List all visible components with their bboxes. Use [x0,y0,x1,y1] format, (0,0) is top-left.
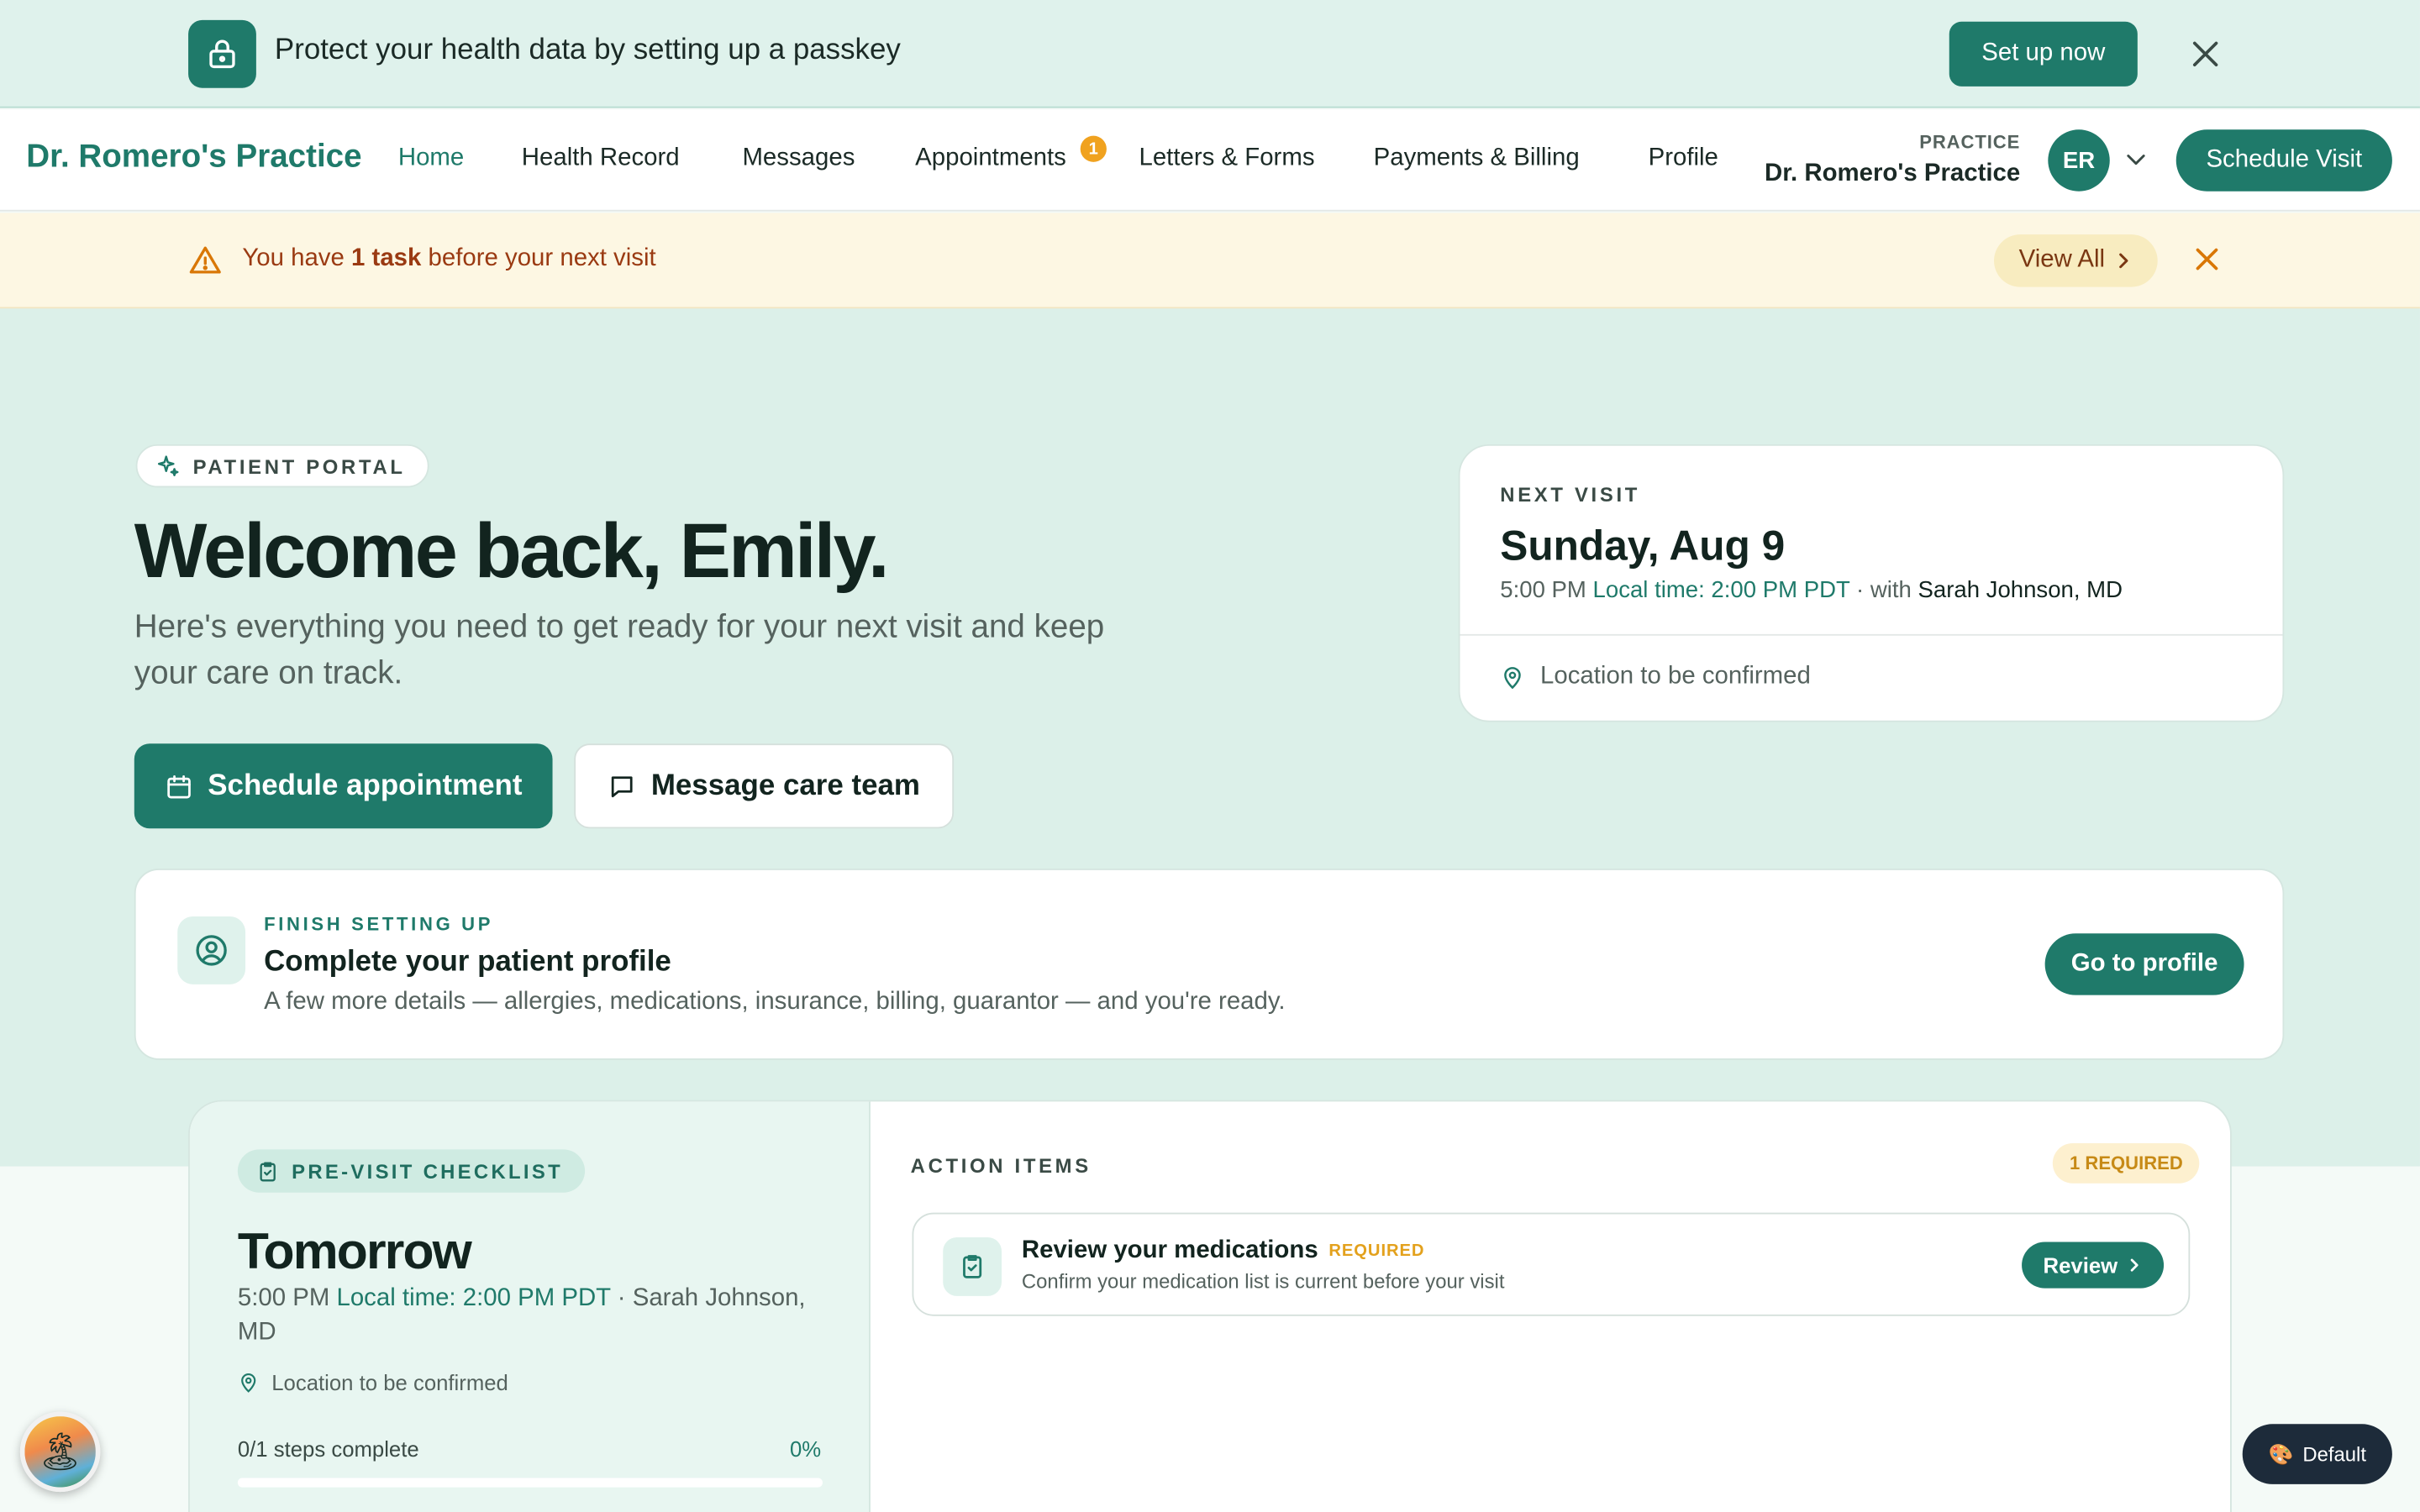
island-theme-icon[interactable]: 🏝 [19,1411,101,1493]
pre-visit-checklist-label: PRE-VISIT CHECKLIST [292,1159,563,1183]
next-visit-local-time: Local time: 2:00 PM PDT [1592,576,1850,604]
next-visit-clock-time: 5:00 PM [1500,576,1586,604]
next-visit-label: NEXT VISIT [1500,482,1641,507]
patient-portal-label: PATIENT PORTAL [192,454,406,478]
task-count: 1 task [351,245,422,272]
passkey-banner-text: Protect your health data by setting up a… [274,34,901,66]
sparkle-icon [157,455,179,476]
page-title: Welcome back, Emily. [134,507,890,595]
nav-item-appointments[interactable]: Appointments [915,145,1066,173]
checklist-location-text: Location to be confirmed [271,1369,508,1395]
steps-complete-text: 0/1 steps complete [237,1436,419,1462]
pre-visit-checklist-pill: PRE-VISIT CHECKLIST [237,1149,585,1193]
passkey-banner: Protect your health data by setting up a… [0,0,2420,108]
practice-label: PRACTICE [1919,131,2021,153]
nav-item-health-record[interactable]: Health Record [522,145,680,173]
top-navbar: Dr. Romero's Practice Home Health Record… [0,109,2420,212]
lock-icon [188,19,256,88]
next-visit-location: Location to be confirmed [1500,664,1811,691]
action-items-label: ACTION ITEMS [910,1153,1092,1178]
nav-item-letters-forms[interactable]: Letters & Forms [1139,145,1314,173]
task-banner-text: You have 1 task before your next visit [242,245,655,273]
next-visit-card[interactable]: NEXT VISIT Sunday, Aug 9 5:00 PM Local t… [1458,444,2285,722]
pre-visit-checklist-card: PRE-VISIT CHECKLIST Tomorrow 5:00 PM Loc… [188,1100,2232,1512]
patient-portal-pill: PATIENT PORTAL [135,444,429,488]
message-care-team-button[interactable]: Message care team [574,743,955,829]
view-all-label: View All [2018,246,2106,274]
appointments-badge: 1 [1080,135,1107,162]
chevron-right-icon [2130,1258,2139,1272]
nav-item-home[interactable]: Home [398,145,464,173]
checklist-title: Tomorrow [237,1221,472,1279]
close-icon[interactable] [2193,245,2224,276]
review-label: Review [2043,1252,2118,1278]
finish-setup-card: FINISH SETTING UP Complete your patient … [134,869,2285,1060]
checklist-local-time: Local time: 2:00 PM PDT [336,1284,611,1312]
setup-eyebrow: FINISH SETTING UP [264,913,494,936]
setup-passkey-button[interactable]: Set up now [1949,21,2138,87]
action-item-title: Review your medications [1021,1237,1318,1264]
next-visit-doctor: Sarah Johnson, MD [1918,576,2123,604]
schedule-appointment-label: Schedule appointment [208,769,523,802]
action-item[interactable]: Review your medications REQUIRED Confirm… [912,1212,2191,1316]
chevron-right-icon [2118,253,2128,269]
schedule-visit-button[interactable]: Schedule Visit [2175,129,2392,192]
user-circle-icon [177,916,246,984]
view-all-button[interactable]: View All [1994,234,2158,287]
patient-portal-page: Protect your health data by setting up a… [0,0,2420,1512]
chevron-down-icon[interactable] [2123,146,2148,171]
required-count-badge: 1 REQUIRED [2052,1142,2200,1184]
checklist-location: Location to be confirmed [238,1370,508,1394]
progress-bar [237,1478,823,1488]
theme-switcher-button[interactable]: 🎨 Default [2242,1424,2392,1484]
brand-logo[interactable]: Dr. Romero's Practice [26,139,361,176]
task-text-suffix: before your next visit [421,245,656,272]
action-item-description: Confirm your medication list is current … [1021,1269,1505,1294]
checklist-clock-time: 5:00 PM [237,1284,330,1312]
divider [1460,633,2283,636]
checklist-summary-panel: PRE-VISIT CHECKLIST Tomorrow 5:00 PM Loc… [189,1101,871,1512]
nav-item-messages[interactable]: Messages [742,145,855,173]
theme-switcher-label: Default [2302,1442,2367,1466]
close-icon[interactable] [2182,31,2228,77]
avatar[interactable]: ER [2048,129,2110,192]
go-to-profile-button[interactable]: Go to profile [2044,933,2244,995]
message-care-team-label: Message care team [650,769,920,802]
next-visit-location-text: Location to be confirmed [1540,663,1811,690]
setup-description: A few more details — allergies, medicati… [264,989,1286,1016]
review-button[interactable]: Review [2022,1242,2165,1289]
nav-item-payments-billing[interactable]: Payments & Billing [1374,145,1580,173]
schedule-appointment-button[interactable]: Schedule appointment [134,743,553,829]
progress-percent: 0% [789,1436,822,1462]
practice-name[interactable]: Dr. Romero's Practice [1765,160,2020,188]
next-visit-date: Sunday, Aug 9 [1500,522,1786,570]
setup-title: Complete your patient profile [264,945,671,979]
message-icon [611,775,633,797]
checklist-time: 5:00 PM Local time: 2:00 PM PDT · Sarah … [237,1284,806,1346]
hero-subtitle: Here's everything you need to get ready … [134,609,1105,691]
next-visit-time: 5:00 PM Local time: 2:00 PM PDT · with S… [1500,576,2123,604]
clipboard-check-icon [260,1161,276,1181]
location-pin-icon [1504,667,1521,690]
next-visit-with: with [1870,576,1912,604]
task-banner: You have 1 task before your next visit V… [0,213,2420,309]
warning-icon [188,244,222,277]
clipboard-check-icon [943,1237,1002,1296]
nav-item-profile[interactable]: Profile [1649,145,1718,173]
palette-icon: 🎨 [2268,1441,2294,1465]
required-tag: REQUIRED [1328,1242,1425,1261]
location-pin-icon [241,1373,256,1393]
calendar-icon [166,774,191,798]
task-text-prefix: You have [242,245,352,272]
